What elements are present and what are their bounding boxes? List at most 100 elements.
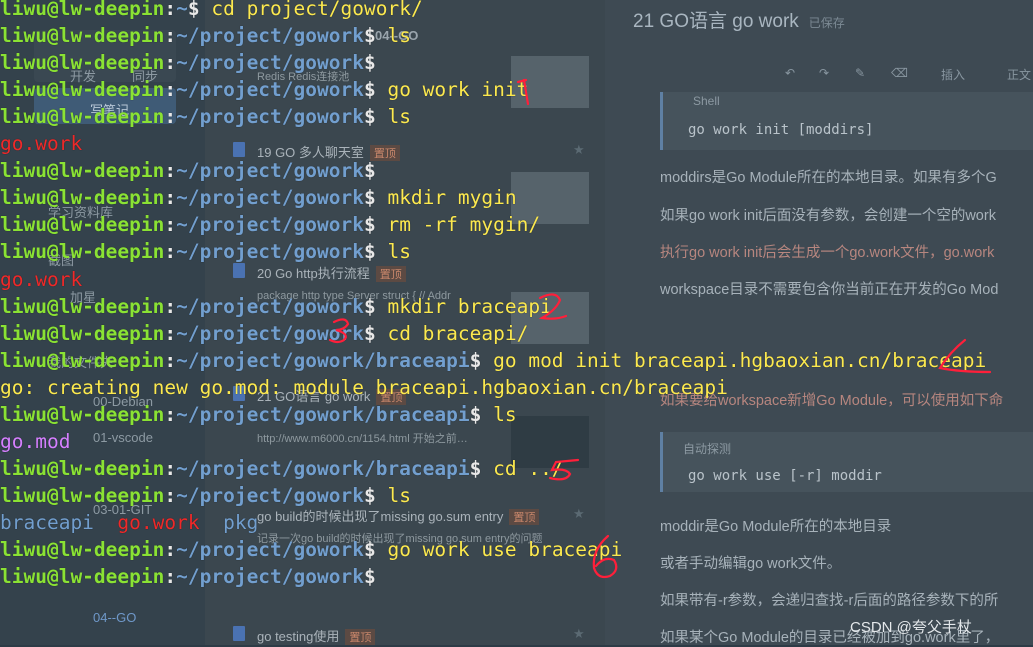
prompt-path: ~/project/gowork bbox=[176, 483, 364, 507]
terminal-output-line: go: creating new go.mod: module braceapi… bbox=[0, 375, 728, 399]
prompt-user: liwu@lw-deepin bbox=[0, 483, 165, 507]
prompt-path: ~/project/gowork bbox=[176, 78, 364, 102]
prompt-separator: : bbox=[164, 0, 177, 20]
terminal-output-line: go.work bbox=[0, 267, 83, 291]
terminal-prompt-line: liwu@lw-deepin:~/project/gowork$ mkdir m… bbox=[0, 184, 517, 211]
terminal-prompt-line: liwu@lw-deepin:~$ cd project/gowork/ bbox=[0, 0, 423, 22]
terminal-prompt-line: liwu@lw-deepin:~/project/gowork$ cd brac… bbox=[0, 320, 528, 347]
prompt-path: ~/project/gowork bbox=[176, 538, 364, 561]
prompt-separator: : bbox=[164, 24, 177, 48]
prompt-separator: : bbox=[164, 321, 177, 345]
prompt-dollar: $ bbox=[187, 0, 212, 20]
terminal-command: mkdir mygin bbox=[387, 186, 517, 210]
terminal-command: ls bbox=[387, 24, 411, 48]
prompt-user: liwu@lw-deepin bbox=[0, 78, 165, 102]
prompt-dollar: $ bbox=[363, 159, 388, 183]
prompt-path: ~/project/gowork bbox=[176, 240, 364, 264]
prompt-path: ~/project/gowork/braceapi bbox=[176, 348, 470, 372]
prompt-user: liwu@lw-deepin bbox=[0, 24, 165, 48]
prompt-path: ~/project/gowork bbox=[176, 105, 364, 129]
prompt-dollar: $ bbox=[363, 51, 388, 75]
prompt-user: liwu@lw-deepin bbox=[0, 186, 165, 210]
terminal-command: mkdir braceapi bbox=[387, 294, 552, 318]
prompt-separator: : bbox=[164, 213, 177, 237]
ls-entry: pkg bbox=[223, 510, 259, 534]
terminal-prompt-line: liwu@lw-deepin:~/project/gowork$ go work… bbox=[0, 536, 622, 563]
prompt-path: ~/project/gowork bbox=[176, 51, 364, 75]
ls-entry: go.work bbox=[117, 510, 200, 534]
ls-entry: braceapi bbox=[0, 510, 94, 534]
prompt-dollar: $ bbox=[363, 483, 388, 507]
terminal-command: cd project/gowork/ bbox=[211, 0, 423, 20]
prompt-path: ~/project/gowork/braceapi bbox=[176, 456, 470, 480]
prompt-user: liwu@lw-deepin bbox=[0, 538, 165, 561]
terminal-command: rm -rf mygin/ bbox=[387, 213, 541, 237]
terminal-command: ls bbox=[493, 402, 517, 426]
prompt-user: liwu@lw-deepin bbox=[0, 321, 165, 345]
prompt-user: liwu@lw-deepin bbox=[0, 0, 165, 20]
prompt-separator: : bbox=[164, 565, 177, 589]
prompt-dollar: $ bbox=[469, 348, 494, 372]
prompt-separator: : bbox=[164, 105, 177, 129]
terminal-prompt-line: liwu@lw-deepin:~/project/gowork$ ls bbox=[0, 482, 411, 509]
prompt-dollar: $ bbox=[363, 321, 388, 345]
prompt-user: liwu@lw-deepin bbox=[0, 456, 165, 480]
prompt-separator: : bbox=[164, 348, 177, 372]
prompt-separator: : bbox=[164, 78, 177, 102]
terminal-command: cd ../ bbox=[493, 456, 564, 480]
prompt-path: ~/project/gowork bbox=[176, 24, 364, 48]
terminal-prompt-line: liwu@lw-deepin:~/project/gowork$ mkdir b… bbox=[0, 293, 552, 320]
prompt-separator: : bbox=[164, 483, 177, 507]
prompt-path: ~/project/gowork bbox=[176, 213, 364, 237]
prompt-user: liwu@lw-deepin bbox=[0, 294, 165, 318]
terminal-command: cd braceapi/ bbox=[387, 321, 529, 345]
prompt-path: ~/project/gowork/braceapi bbox=[176, 402, 470, 426]
prompt-dollar: $ bbox=[469, 402, 494, 426]
terminal-ls-output: braceapi go.work pkg bbox=[0, 509, 258, 536]
csdn-watermark: CSDN @夸父手杖 bbox=[850, 619, 972, 636]
terminal-output-line: go.mod bbox=[0, 429, 71, 453]
prompt-path: ~/project/gowork bbox=[176, 321, 364, 345]
prompt-path: ~/project/gowork bbox=[176, 186, 364, 210]
prompt-user: liwu@lw-deepin bbox=[0, 105, 165, 129]
terminal-prompt-line: liwu@lw-deepin:~/project/gowork$ ls bbox=[0, 103, 411, 130]
terminal-prompt-line: liwu@lw-deepin:~/project/gowork$ ls bbox=[0, 22, 411, 49]
prompt-path: ~/project/gowork bbox=[176, 294, 364, 318]
terminal-prompt-line: liwu@lw-deepin:~/project/gowork/braceapi… bbox=[0, 347, 986, 374]
prompt-path: ~/project/gowork bbox=[176, 159, 364, 183]
prompt-user: liwu@lw-deepin bbox=[0, 402, 165, 426]
prompt-separator: : bbox=[164, 538, 177, 561]
prompt-user: liwu@lw-deepin bbox=[0, 565, 165, 589]
prompt-dollar: $ bbox=[469, 456, 494, 480]
terminal-command: ls bbox=[387, 240, 411, 264]
prompt-user: liwu@lw-deepin bbox=[0, 213, 165, 237]
prompt-user: liwu@lw-deepin bbox=[0, 240, 165, 264]
prompt-separator: : bbox=[164, 186, 177, 210]
prompt-separator: : bbox=[164, 159, 177, 183]
terminal-prompt-line: liwu@lw-deepin:~/project/gowork$ ls bbox=[0, 238, 411, 265]
prompt-dollar: $ bbox=[363, 294, 388, 318]
prompt-user: liwu@lw-deepin bbox=[0, 159, 165, 183]
terminal-prompt-line: liwu@lw-deepin:~/project/gowork$ rm -rf … bbox=[0, 211, 540, 238]
terminal-command: go mod init braceapi.hgbaoxian.cn/bracea… bbox=[493, 348, 987, 372]
prompt-separator: : bbox=[164, 51, 177, 75]
prompt-dollar: $ bbox=[363, 78, 388, 102]
terminal-command: ls bbox=[387, 483, 411, 507]
terminal-prompt-line: liwu@lw-deepin:~/project/gowork$ bbox=[0, 157, 387, 184]
terminal-output-line: go.work bbox=[0, 132, 83, 156]
prompt-separator: : bbox=[164, 456, 177, 480]
terminal-window[interactable]: liwu@lw-deepin:~$ cd project/gowork/liwu… bbox=[0, 0, 1033, 645]
prompt-separator: : bbox=[164, 294, 177, 318]
prompt-dollar: $ bbox=[363, 186, 388, 210]
prompt-dollar: $ bbox=[363, 565, 388, 589]
prompt-path: ~ bbox=[176, 0, 188, 20]
prompt-dollar: $ bbox=[363, 24, 388, 48]
prompt-dollar: $ bbox=[363, 105, 388, 129]
terminal-prompt-line: liwu@lw-deepin:~/project/gowork/braceapi… bbox=[0, 455, 564, 482]
terminal-prompt-line: liwu@lw-deepin:~/project/gowork$ bbox=[0, 563, 387, 590]
prompt-separator: : bbox=[164, 402, 177, 426]
prompt-dollar: $ bbox=[363, 240, 388, 264]
prompt-dollar: $ bbox=[363, 538, 388, 561]
terminal-prompt-line: liwu@lw-deepin:~/project/gowork$ go work… bbox=[0, 76, 528, 103]
terminal-command: go work use braceapi bbox=[387, 538, 623, 561]
